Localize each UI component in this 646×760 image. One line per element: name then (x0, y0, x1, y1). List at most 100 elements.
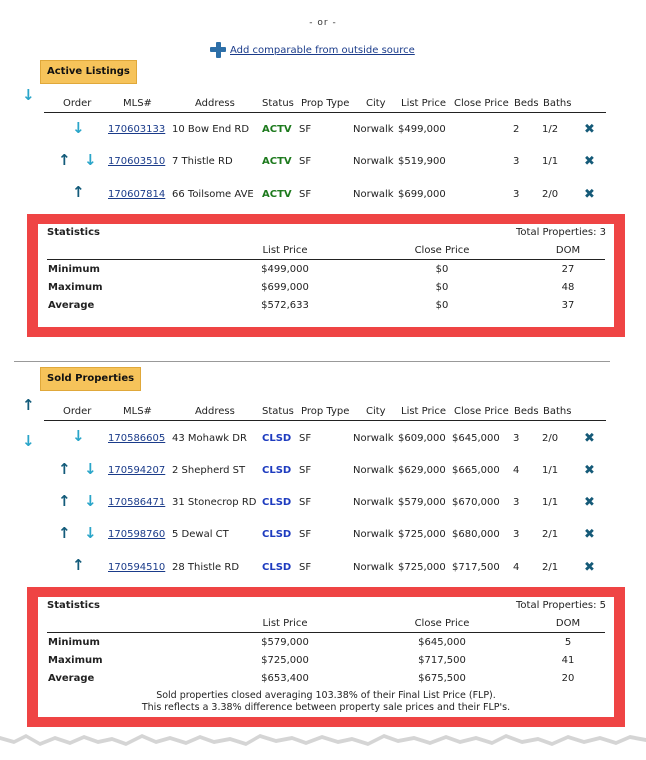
delete-x-icon[interactable]: ✖ (584, 431, 595, 446)
mls-link[interactable]: 170598760 (108, 529, 165, 540)
address: 7 Thistle RD (172, 156, 233, 167)
total-properties: Total Properties: 3 (516, 227, 606, 238)
mls-link[interactable]: 170594207 (108, 465, 165, 476)
status-badge: ACTV (262, 156, 292, 167)
mls-link[interactable]: 170594510 (108, 562, 165, 573)
up-arrow-icon[interactable]: ↑ (58, 462, 71, 477)
beds: 3 (513, 156, 520, 167)
close-price: $665,000 (452, 465, 500, 476)
col-list-price: List Price (401, 98, 447, 109)
list-price: $579,000 (398, 497, 446, 508)
col-city: City (366, 406, 386, 417)
stats-value: 41 (561, 655, 575, 666)
col-order: Order (63, 98, 92, 109)
down-arrow-icon[interactable]: ↓ (84, 526, 97, 541)
city: Norwalk (353, 562, 394, 573)
up-arrow-icon[interactable]: ↑ (72, 185, 85, 200)
mls-link[interactable]: 170586471 (108, 497, 165, 508)
stats-value: $499,000 (261, 264, 309, 275)
mls-link[interactable]: 170586605 (108, 433, 165, 444)
down-arrow-icon[interactable]: ↓ (84, 462, 97, 477)
down-arrow-icon[interactable]: ↓ (84, 153, 97, 168)
beds: 4 (513, 562, 520, 573)
status-badge: ACTV (262, 189, 292, 200)
stats-col-list: List Price (262, 618, 308, 629)
stats-value: $725,000 (261, 655, 309, 666)
up-arrow-icon[interactable]: ↑ (72, 558, 85, 573)
stats-value: $653,400 (261, 673, 309, 684)
stats-value: $0 (435, 300, 449, 311)
col-beds: Beds (514, 406, 539, 417)
city: Norwalk (353, 433, 394, 444)
col-order: Order (63, 406, 92, 417)
section-divider (14, 361, 610, 362)
address: 10 Bow End RD (172, 124, 250, 135)
col-status: Status (262, 98, 294, 109)
down-arrow-icon[interactable]: ↓ (72, 121, 85, 136)
mls-link[interactable]: 170607814 (108, 189, 165, 200)
or-separator: - or - (309, 18, 337, 28)
up-arrow-icon[interactable]: ↑ (58, 494, 71, 509)
col-beds: Beds (514, 98, 539, 109)
stats-col-close: Close Price (414, 245, 470, 256)
beds: 3 (513, 529, 520, 540)
delete-x-icon[interactable]: ✖ (584, 560, 595, 575)
col-status: Status (262, 406, 294, 417)
col-mls: MLS# (123, 98, 152, 109)
up-arrow-icon[interactable]: ↑ (58, 153, 71, 168)
sold-statistics-panel: Statistics Total Properties: 5 List Pric… (27, 587, 625, 727)
status-badge: ACTV (262, 124, 292, 135)
delete-x-icon[interactable]: ✖ (584, 495, 595, 510)
address: 43 Mohawk DR (172, 433, 247, 444)
stats-value: $579,000 (261, 637, 309, 648)
up-arrow-icon[interactable]: ↑ (22, 398, 35, 413)
prop-type: SF (299, 465, 312, 476)
add-comparable-link[interactable]: Add comparable from outside source (210, 42, 415, 58)
stats-col-dom: DOM (555, 245, 581, 256)
down-arrow-icon[interactable]: ↓ (84, 494, 97, 509)
list-price: $609,000 (398, 433, 446, 444)
status-badge: CLSD (262, 562, 292, 573)
address: 5 Dewal CT (172, 529, 229, 540)
stats-label-maximum: Maximum (48, 655, 103, 666)
address: 2 Shepherd ST (172, 465, 246, 476)
address: 66 Toilsome AVE (172, 189, 254, 200)
beds: 4 (513, 465, 520, 476)
delete-x-icon[interactable]: ✖ (584, 154, 595, 169)
stats-label-average: Average (48, 673, 95, 684)
flp-summary-line1: Sold properties closed averaging 103.38%… (156, 690, 496, 701)
plus-icon[interactable] (210, 42, 226, 58)
up-arrow-icon[interactable]: ↑ (58, 526, 71, 541)
status-badge: CLSD (262, 529, 292, 540)
baths: 1/1 (542, 465, 559, 476)
stats-col-dom: DOM (555, 618, 581, 629)
statistics-title: Statistics (47, 600, 100, 611)
mls-link[interactable]: 170603510 (108, 156, 165, 167)
down-arrow-icon[interactable]: ↓ (22, 88, 35, 103)
beds: 3 (513, 497, 520, 508)
add-comparable-label[interactable]: Add comparable from outside source (230, 45, 415, 56)
delete-x-icon[interactable]: ✖ (584, 122, 595, 137)
col-baths: Baths (543, 406, 572, 417)
stats-value: 27 (561, 264, 575, 275)
baths: 2/1 (542, 529, 559, 540)
prop-type: SF (299, 189, 312, 200)
sold-properties-badge: Sold Properties (40, 367, 142, 391)
down-arrow-icon[interactable]: ↓ (22, 434, 35, 449)
baths: 2/0 (542, 433, 559, 444)
list-price: $499,000 (398, 124, 446, 135)
city: Norwalk (353, 124, 394, 135)
header-rule (44, 420, 606, 421)
delete-x-icon[interactable]: ✖ (584, 527, 595, 542)
close-price: $717,500 (452, 562, 500, 573)
delete-x-icon[interactable]: ✖ (584, 187, 595, 202)
total-properties: Total Properties: 5 (516, 600, 606, 611)
beds: 3 (513, 433, 520, 444)
down-arrow-icon[interactable]: ↓ (72, 429, 85, 444)
mls-link[interactable]: 170603133 (108, 124, 165, 135)
baths: 2/0 (542, 189, 559, 200)
delete-x-icon[interactable]: ✖ (584, 463, 595, 478)
list-price: $699,000 (398, 189, 446, 200)
stats-value: $0 (435, 282, 449, 293)
stats-value: 20 (561, 673, 575, 684)
